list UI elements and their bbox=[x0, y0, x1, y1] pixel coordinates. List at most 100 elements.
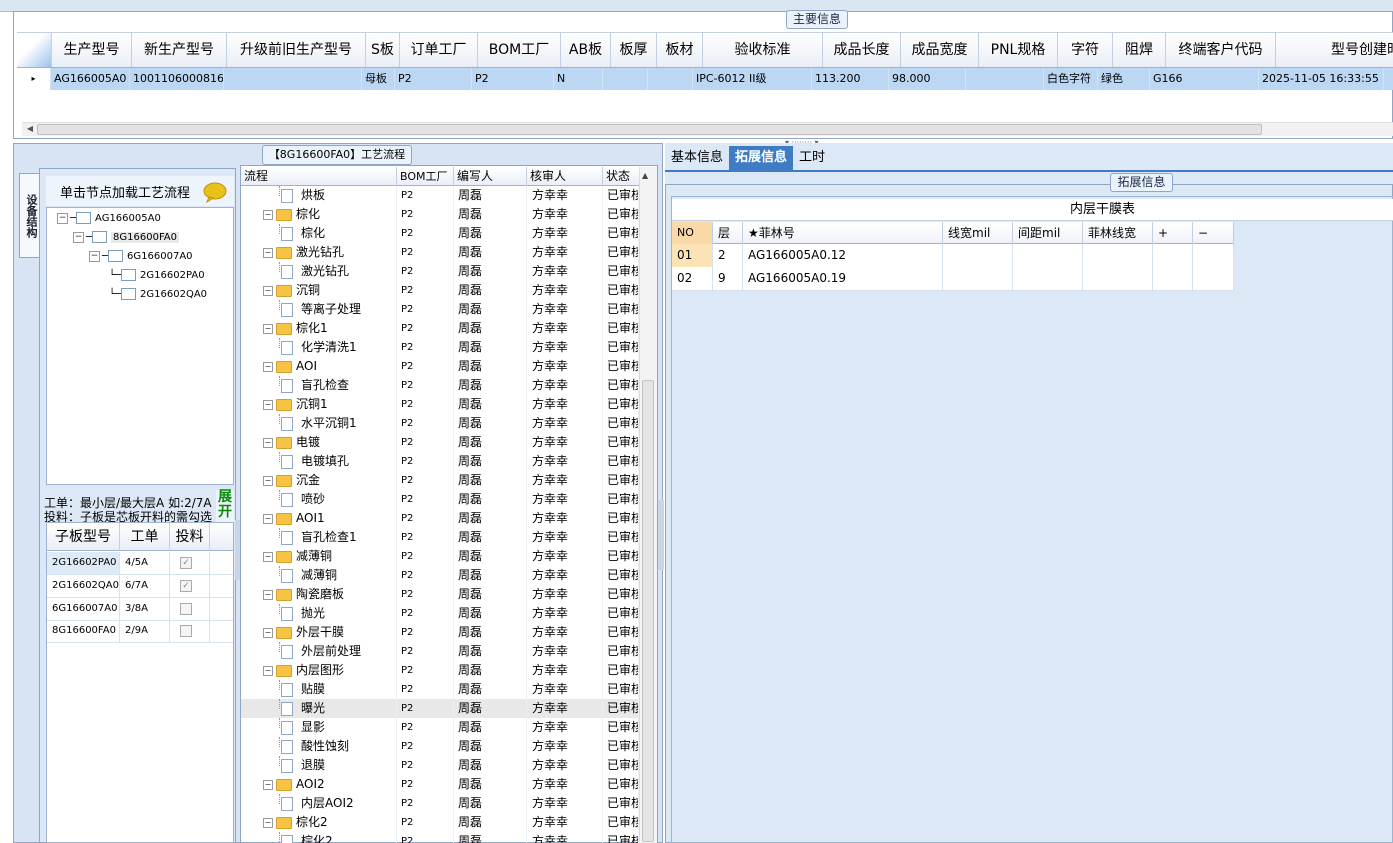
flow-cell-writer[interactable]: 周磊 bbox=[454, 186, 527, 205]
cell-film-width[interactable] bbox=[1083, 267, 1153, 290]
feed-checkbox[interactable] bbox=[180, 625, 192, 637]
cell-new-model[interactable]: 10011060008160 bbox=[130, 68, 224, 90]
flow-cell-bom[interactable]: P2 bbox=[397, 604, 454, 623]
flow-cell-name[interactable]: − 激光钻孔 bbox=[241, 243, 397, 262]
flow-cell-status[interactable]: 已审核 bbox=[603, 528, 639, 547]
flow-cell-name[interactable]: − 陶瓷磨板 bbox=[241, 585, 397, 604]
flow-cell-name[interactable]: 棕化2 bbox=[241, 832, 397, 843]
flow-vscroll-thumb[interactable] bbox=[642, 380, 654, 842]
flow-cell-name[interactable]: 等离子处理 bbox=[241, 300, 397, 319]
flow-cell-checker[interactable]: 方幸幸 bbox=[527, 433, 603, 452]
tab-basic-info[interactable]: 基本信息 bbox=[665, 146, 729, 170]
flow-cell-checker[interactable]: 方幸幸 bbox=[527, 661, 603, 680]
tree-toggle-icon[interactable]: − bbox=[263, 247, 273, 258]
flow-cell-checker[interactable]: 方幸幸 bbox=[527, 186, 603, 205]
col-no[interactable]: NO bbox=[672, 222, 713, 244]
flow-cell-bom[interactable]: P2 bbox=[397, 623, 454, 642]
flow-row[interactable]: 激光钻孔 P2周磊方幸幸已审核 bbox=[241, 262, 639, 281]
flow-cell-name[interactable]: 棕化 bbox=[241, 224, 397, 243]
flow-cell-status[interactable]: 已审核 bbox=[603, 243, 639, 262]
cell-work-order[interactable]: 4/5A bbox=[120, 552, 170, 574]
main-info-row[interactable]: ▸ AG166005A0 10011060008160 母板 P2 P2 N I… bbox=[17, 68, 1393, 90]
col-production-model[interactable]: 生产型号 bbox=[52, 33, 132, 67]
flow-cell-bom[interactable]: P2 bbox=[397, 794, 454, 813]
flow-cell-name[interactable]: 曝光 bbox=[241, 699, 397, 718]
flow-cell-writer[interactable]: 周磊 bbox=[454, 547, 527, 566]
cell-line-width[interactable] bbox=[943, 244, 1013, 267]
table-row[interactable]: 2G16602PA0 4/5A ✓ bbox=[47, 552, 233, 575]
col-work-order[interactable]: 工单 bbox=[120, 523, 170, 551]
flow-cell-bom[interactable]: P2 bbox=[397, 243, 454, 262]
flow-row[interactable]: − 外层干膜 P2周磊方幸幸已审核 bbox=[241, 623, 639, 642]
flow-cell-checker[interactable]: 方幸幸 bbox=[527, 699, 603, 718]
flow-cell-checker[interactable]: 方幸幸 bbox=[527, 262, 603, 281]
flow-cell-writer[interactable]: 周磊 bbox=[454, 243, 527, 262]
flow-cell-checker[interactable]: 方幸幸 bbox=[527, 585, 603, 604]
flow-cell-status[interactable]: 已审核 bbox=[603, 376, 639, 395]
tree-toggle-icon[interactable]: − bbox=[263, 513, 273, 524]
col-sub-model[interactable]: 子板型号 bbox=[47, 523, 120, 551]
feed-checkbox[interactable] bbox=[180, 603, 192, 615]
flow-cell-checker[interactable]: 方幸幸 bbox=[527, 319, 603, 338]
flow-row[interactable]: − 棕化2 P2周磊方幸幸已审核 bbox=[241, 813, 639, 832]
flow-cell-status[interactable]: 已审核 bbox=[603, 794, 639, 813]
cell-sub-model[interactable]: 2G16602PA0 bbox=[47, 552, 120, 574]
flow-row[interactable]: 曝光 P2周磊方幸幸已审核 bbox=[241, 699, 639, 718]
flow-row[interactable]: 棕化2 P2周磊方幸幸已审核 bbox=[241, 832, 639, 843]
flow-cell-bom[interactable]: P2 bbox=[397, 737, 454, 756]
flow-cell-bom[interactable]: P2 bbox=[397, 756, 454, 775]
cell-film-width[interactable] bbox=[1083, 244, 1153, 267]
flow-cell-bom[interactable]: P2 bbox=[397, 775, 454, 794]
flow-row[interactable]: 盲孔检查1 P2周磊方幸幸已审核 bbox=[241, 528, 639, 547]
flow-cell-status[interactable]: 已审核 bbox=[603, 813, 639, 832]
cell-thickness[interactable] bbox=[603, 68, 648, 90]
flow-cell-status[interactable]: 已审核 bbox=[603, 718, 639, 737]
flow-cell-writer[interactable]: 周磊 bbox=[454, 224, 527, 243]
flow-cell-status[interactable]: 已审核 bbox=[603, 433, 639, 452]
col-new-model[interactable]: 新生产型号 bbox=[132, 33, 227, 67]
flow-cell-bom[interactable]: P2 bbox=[397, 414, 454, 433]
flow-cell-writer[interactable]: 周磊 bbox=[454, 357, 527, 376]
cell-silkscreen[interactable]: 白色字符 bbox=[1044, 68, 1098, 90]
flow-cell-name[interactable]: 减薄铜 bbox=[241, 566, 397, 585]
flow-cell-bom[interactable]: P2 bbox=[397, 452, 454, 471]
tree-toggle-icon[interactable]: − bbox=[263, 817, 273, 828]
cell-customer-code[interactable]: G166 bbox=[1150, 68, 1259, 90]
cell-work-order[interactable]: 6/7A bbox=[120, 575, 170, 597]
cell-order-factory[interactable]: P2 bbox=[395, 68, 472, 90]
flow-cell-checker[interactable]: 方幸幸 bbox=[527, 376, 603, 395]
col-flow[interactable]: 流程 bbox=[241, 167, 397, 186]
flow-cell-status[interactable]: 已审核 bbox=[603, 205, 639, 224]
flow-cell-name[interactable]: 烘板 bbox=[241, 186, 397, 205]
col-checker[interactable]: 核审人 bbox=[527, 167, 603, 186]
flow-cell-writer[interactable]: 周磊 bbox=[454, 585, 527, 604]
flow-row[interactable]: − 陶瓷磨板 P2周磊方幸幸已审核 bbox=[241, 585, 639, 604]
flow-cell-writer[interactable]: 周磊 bbox=[454, 395, 527, 414]
flow-cell-name[interactable]: − 电镀 bbox=[241, 433, 397, 452]
flow-cell-status[interactable]: 已审核 bbox=[603, 281, 639, 300]
cell-work-order[interactable]: 2/9A bbox=[120, 620, 170, 642]
select-all-corner[interactable] bbox=[17, 33, 52, 67]
flow-cell-bom[interactable]: P2 bbox=[397, 680, 454, 699]
flow-cell-writer[interactable]: 周磊 bbox=[454, 319, 527, 338]
flow-cell-writer[interactable]: 周磊 bbox=[454, 262, 527, 281]
cell-line-width[interactable] bbox=[943, 267, 1013, 290]
flow-cell-bom[interactable]: P2 bbox=[397, 205, 454, 224]
flow-cell-checker[interactable]: 方幸幸 bbox=[527, 642, 603, 661]
flow-cell-writer[interactable]: 周磊 bbox=[454, 281, 527, 300]
col-plus[interactable]: + bbox=[1153, 222, 1193, 244]
flow-cell-bom[interactable]: P2 bbox=[397, 490, 454, 509]
flow-cell-bom[interactable]: P2 bbox=[397, 300, 454, 319]
flow-cell-name[interactable]: 酸性蚀刻 bbox=[241, 737, 397, 756]
flow-cell-name[interactable]: 水平沉铜1 bbox=[241, 414, 397, 433]
tab-work-hours[interactable]: 工时 bbox=[793, 146, 831, 170]
flow-cell-name[interactable]: − AOI1 bbox=[241, 509, 397, 528]
flow-cell-checker[interactable]: 方幸幸 bbox=[527, 718, 603, 737]
col-writer[interactable]: 编写人 bbox=[454, 167, 527, 186]
tree-toggle-icon[interactable]: − bbox=[263, 779, 273, 790]
flow-cell-bom[interactable]: P2 bbox=[397, 357, 454, 376]
flow-cell-name[interactable]: − AOI bbox=[241, 357, 397, 376]
tree-toggle-icon[interactable]: − bbox=[263, 209, 273, 220]
flow-cell-bom[interactable]: P2 bbox=[397, 718, 454, 737]
col-bom[interactable]: BOM工厂 bbox=[397, 167, 454, 186]
